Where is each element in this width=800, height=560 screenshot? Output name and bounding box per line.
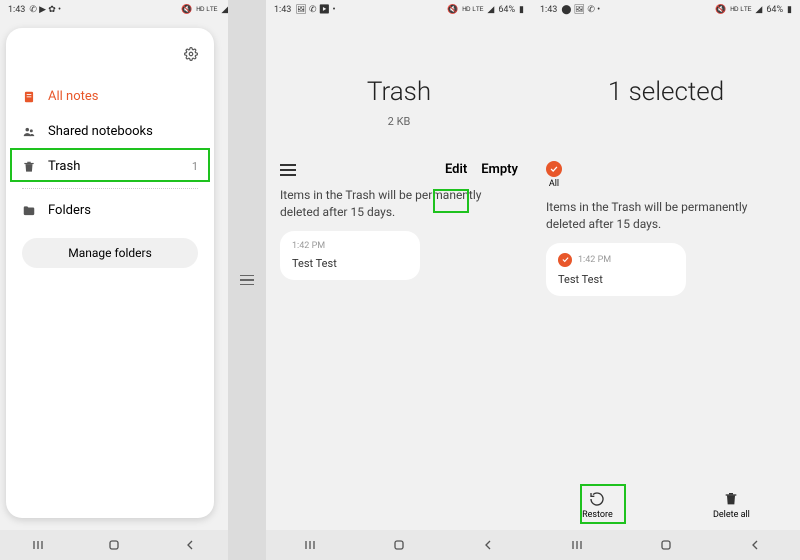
note-card-selected[interactable]: 1:42 PM Test Test [546, 243, 686, 296]
android-navbar [266, 530, 532, 560]
trash-info: Items in the Trash will be permanently d… [266, 187, 532, 231]
statusbar: 1:43⬤ 🖼 ✆ • 🔇ᴴᴰ ᴸᵀᴱ◢64%▮ [532, 0, 800, 20]
selection-title: 1 selected [532, 22, 800, 115]
check-icon [546, 161, 562, 177]
home-button[interactable] [106, 537, 122, 553]
note-title: Test Test [292, 257, 408, 270]
back-button[interactable] [480, 537, 496, 553]
note-title: Test Test [558, 273, 674, 286]
android-navbar [532, 530, 800, 560]
navigation-drawer: All notes Shared notebooks Trash 1 Folde… [6, 28, 214, 518]
nav-trash[interactable]: Trash 1 [6, 149, 214, 184]
all-label: All [549, 179, 559, 189]
screen-drawer: 1:43✆ ▶ ✿ • 🔇ᴴᴰ ᴸᵀᴱ◢64%▮ All notes Share… [0, 0, 266, 560]
recents-button[interactable] [30, 537, 46, 553]
edit-button[interactable]: Edit [445, 162, 467, 177]
settings-icon[interactable] [184, 46, 198, 65]
back-button[interactable] [747, 537, 763, 553]
nav-label: Trash [48, 159, 80, 174]
recents-button[interactable] [569, 537, 585, 553]
trash-count: 1 [192, 160, 198, 173]
nav-label: Shared notebooks [48, 124, 153, 139]
divider [22, 188, 198, 189]
empty-button[interactable]: Empty [481, 162, 518, 177]
note-time: 1:42 PM [578, 255, 611, 265]
trash-size: 2 KB [266, 115, 532, 128]
hamburger-icon [240, 275, 254, 286]
android-navbar [0, 530, 228, 560]
note-time: 1:42 PM [292, 241, 408, 251]
check-icon [558, 253, 572, 267]
trash-info: Items in the Trash will be permanently d… [532, 199, 800, 243]
menu-button[interactable] [280, 164, 296, 176]
note-card[interactable]: 1:42 PM Test Test [280, 231, 420, 280]
clock: 1:43 [8, 5, 25, 15]
home-button[interactable] [658, 537, 674, 553]
home-button[interactable] [391, 537, 407, 553]
statusbar: 1:43🖼 ✆ ▶ • 🔇ᴴᴰ ᴸᵀᴱ◢64%▮ [266, 0, 532, 20]
deleteall-label: Delete all [713, 510, 750, 520]
restore-label: Restore [582, 510, 613, 520]
nav-folders[interactable]: Folders [6, 193, 214, 228]
action-bar: Restore Delete all [532, 480, 800, 530]
nav-label: Folders [48, 203, 91, 218]
page-title: Trash [266, 22, 532, 115]
select-all[interactable]: All [546, 161, 562, 189]
nav-label: All notes [48, 89, 98, 104]
manage-folders-button[interactable]: Manage folders [22, 238, 198, 268]
collapsed-main[interactable] [228, 0, 266, 560]
nav-shared[interactable]: Shared notebooks [6, 114, 214, 149]
restore-button[interactable]: Restore [582, 491, 613, 520]
back-button[interactable] [182, 537, 198, 553]
statusbar: 1:43✆ ▶ ✿ • 🔇ᴴᴰ ᴸᵀᴱ◢64%▮ [0, 0, 266, 20]
screen-trash: 1:43🖼 ✆ ▶ • 🔇ᴴᴰ ᴸᵀᴱ◢64%▮ Trash 2 KB Edit… [266, 0, 532, 560]
nav-all-notes[interactable]: All notes [6, 79, 214, 114]
screen-selection: 1:43⬤ 🖼 ✆ • 🔇ᴴᴰ ᴸᵀᴱ◢64%▮ 1 selected All … [532, 0, 800, 560]
delete-all-button[interactable]: Delete all [713, 491, 750, 520]
recents-button[interactable] [302, 537, 318, 553]
